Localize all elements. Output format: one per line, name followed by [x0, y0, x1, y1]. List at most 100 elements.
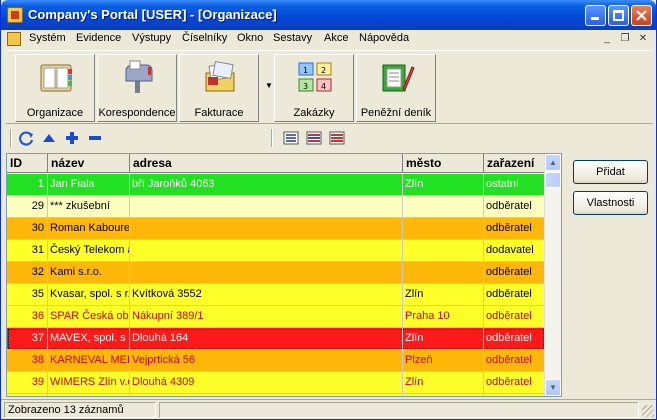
- cell-id: 32: [7, 262, 48, 283]
- menu-reports[interactable]: Sestavy: [273, 32, 312, 44]
- grid-toolbar: [6, 126, 653, 152]
- mdi-child-icon[interactable]: [7, 32, 21, 46]
- cell-name: SPAR Česká obchodní: [48, 306, 130, 327]
- cell-address: Dlouhá 4309: [130, 372, 403, 393]
- toolbar-penezni-denik-button[interactable]: Peněžní deník: [356, 54, 436, 122]
- cell-name: Kvasar, spol. s r.o.: [48, 284, 130, 305]
- cell-city: Zlín: [403, 174, 484, 195]
- plus-icon: [66, 132, 78, 144]
- striped-table-red-icon: [329, 131, 345, 145]
- toolbar-separator: [271, 129, 273, 147]
- mdi-minimize-button[interactable]: _: [599, 32, 615, 46]
- column-header-name[interactable]: název: [48, 154, 130, 173]
- cell-name: AVEX COMPUTERS: [48, 394, 130, 396]
- cell-city: [403, 262, 484, 283]
- cell-address: [130, 262, 403, 283]
- cell-city: [403, 240, 484, 261]
- maximize-button[interactable]: [608, 5, 629, 26]
- table-row[interactable]: 29 *** zkušební odběratel: [7, 196, 545, 218]
- table-row[interactable]: 39WIMERS Zlín v.o.s.Dlouhá 4309Zlínodběr…: [7, 372, 545, 394]
- scroll-down-button[interactable]: ▼: [545, 379, 561, 396]
- window-title: Company's Portal [USER] - [Organizace]: [28, 7, 277, 22]
- add-button[interactable]: Přidat: [573, 160, 648, 184]
- list-view-button[interactable]: [281, 128, 301, 148]
- cell-category: odběratel: [484, 394, 545, 396]
- column-header-address[interactable]: adresa: [130, 154, 403, 173]
- menu-window[interactable]: Okno: [237, 32, 263, 44]
- cell-address: bří Jaroňků 4063: [130, 174, 403, 195]
- toolbar-zakazky-button[interactable]: 1 2 3 4 Zakázky: [274, 54, 354, 122]
- svg-text:3: 3: [303, 82, 308, 91]
- properties-button[interactable]: Vlastnosti: [573, 191, 648, 215]
- main-toolbar: Organizace Korespondence Fakturace ▼ 1 2…: [6, 50, 653, 124]
- cell-city: Zlín: [403, 372, 484, 393]
- move-up-button[interactable]: [39, 128, 59, 148]
- app-icon[interactable]: [7, 7, 23, 23]
- table-row[interactable]: 35Kvasar, spol. s r.o.Kvítková 3552Zlíno…: [7, 284, 545, 306]
- cell-name: Český Telekom a.s.: [48, 240, 130, 261]
- toolbar-fakturace-button[interactable]: Fakturace: [179, 54, 259, 122]
- cell-name: KARNEVAL MEDIA: [48, 350, 130, 371]
- cell-city: [403, 196, 484, 217]
- minimize-icon: [591, 17, 599, 20]
- toolbar-organizace-label: Organizace: [26, 107, 84, 119]
- menu-system[interactable]: Systém: [29, 32, 66, 44]
- table-row[interactable]: 36SPAR Česká obchodníNákupní 389/1Praha …: [7, 306, 545, 328]
- svg-text:4: 4: [321, 82, 326, 91]
- menu-bar: Systém Evidence Výstupy Číselníky Okno S…: [1, 30, 656, 48]
- cell-city: Zlín: [403, 394, 484, 396]
- cell-id: 36: [7, 306, 48, 327]
- column-header-city[interactable]: město: [403, 154, 484, 173]
- mdi-close-button[interactable]: ✕: [635, 32, 651, 46]
- cell-category: odběratel: [484, 218, 545, 239]
- color-view-red-button[interactable]: [327, 128, 347, 148]
- scroll-up-button[interactable]: ▲: [545, 154, 561, 171]
- toolbar-dropdown-arrow[interactable]: ▼: [265, 81, 273, 90]
- cell-name: MAVEX, spol. s r.o.: [48, 328, 130, 349]
- svg-text:1: 1: [303, 66, 308, 75]
- cell-city: Plzeň: [403, 350, 484, 371]
- organizations-grid[interactable]: ID název adresa město zařazení 1 Jan Fial…: [6, 153, 562, 397]
- refresh-button[interactable]: [16, 128, 36, 148]
- toolbar-korespondence-button[interactable]: Korespondence: [97, 54, 177, 122]
- menu-actions[interactable]: Akce: [324, 32, 348, 44]
- close-button[interactable]: [631, 5, 652, 26]
- toolbar-korespondence-label: Korespondence: [98, 107, 176, 119]
- menu-codebooks[interactable]: Číselníky: [182, 32, 227, 44]
- scroll-thumb[interactable]: [545, 172, 561, 188]
- cell-id: 35: [7, 284, 48, 305]
- table-row[interactable]: 1 Jan Fiala bří Jaroňků 4063 Zlín ostatní: [7, 174, 545, 196]
- mdi-restore-button[interactable]: ❐: [617, 32, 633, 46]
- status-panel: [159, 402, 639, 418]
- menu-help[interactable]: Nápověda: [359, 32, 409, 44]
- toolbar-organizace-button[interactable]: Organizace: [15, 54, 95, 122]
- column-header-category[interactable]: zařazení: [484, 154, 545, 173]
- cell-name: Jan Fiala: [48, 174, 130, 195]
- table-row[interactable]: 31Český Telekom a.s. dodavatel: [7, 240, 545, 262]
- order-cards-icon: 1 2 3 4: [298, 62, 332, 92]
- table-row[interactable]: 38KARNEVAL MEDIAVejprtická 56Plzeňodběra…: [7, 350, 545, 372]
- grid-vertical-scrollbar[interactable]: ▲ ▼: [544, 154, 561, 396]
- table-row[interactable]: 32 Kami s.r.o. odběratel: [7, 262, 545, 284]
- cell-category: odběratel: [484, 372, 545, 393]
- toolbar-separator: [10, 129, 12, 147]
- cell-id: 1: [7, 174, 48, 195]
- delete-record-button[interactable]: [85, 128, 105, 148]
- cell-city: Zlín: [403, 284, 484, 305]
- table-row[interactable]: 40AVEX COMPUTERSSmetanova 2401Zlínodběra…: [7, 394, 545, 396]
- mailbox-icon: [125, 60, 153, 93]
- color-view-blue-button[interactable]: [304, 128, 324, 148]
- resize-grip-icon[interactable]: [642, 405, 654, 417]
- table-row[interactable]: 30 Roman Kabourek odběratel: [7, 218, 545, 240]
- minimize-button[interactable]: [585, 5, 606, 26]
- cell-city: Zlín: [403, 328, 484, 349]
- cell-address: [130, 218, 403, 239]
- table-row[interactable]: 37MAVEX, spol. s r.o.Dlouhá 164Zlínodběr…: [7, 328, 545, 350]
- menu-evidence[interactable]: Evidence: [76, 32, 121, 44]
- cell-id: 37: [7, 328, 48, 349]
- add-record-button[interactable]: [62, 128, 82, 148]
- column-header-id[interactable]: ID: [7, 154, 48, 173]
- cell-id: 31: [7, 240, 48, 261]
- menu-outputs[interactable]: Výstupy: [132, 32, 171, 44]
- title-bar[interactable]: Company's Portal [USER] - [Organizace]: [1, 0, 656, 30]
